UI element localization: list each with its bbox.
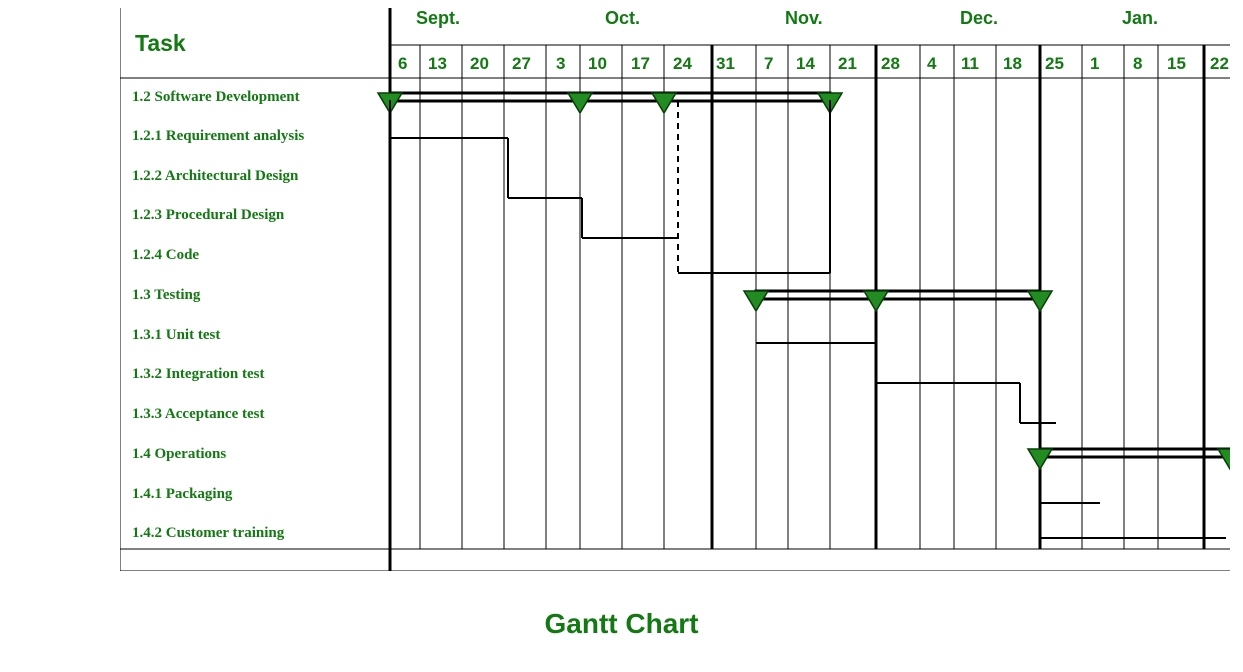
gantt-plot-area [120, 8, 1230, 571]
chart-title: Gantt Chart [0, 608, 1243, 640]
